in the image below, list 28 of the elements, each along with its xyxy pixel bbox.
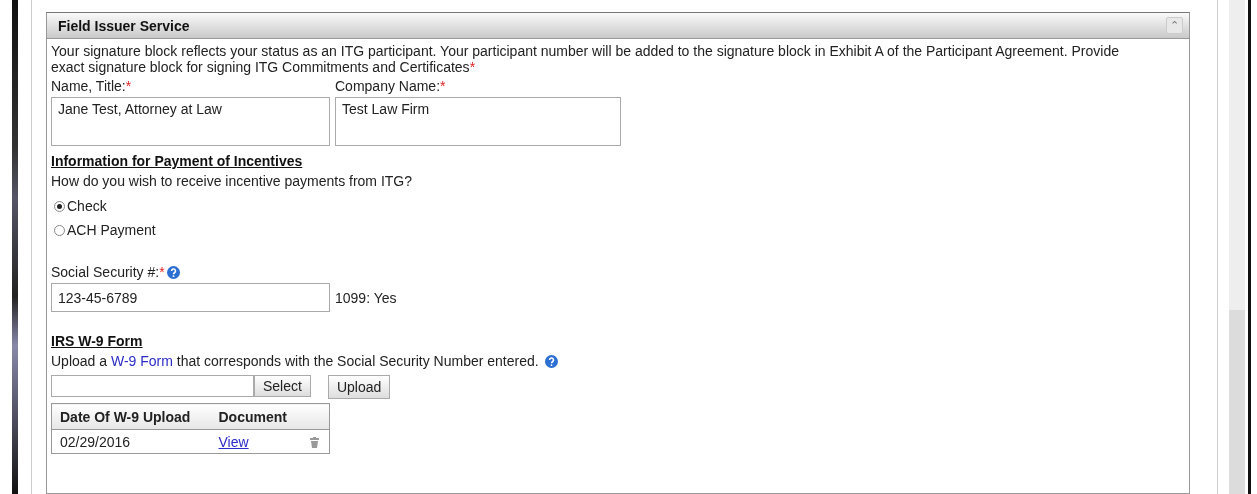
radio-label[interactable]: Check <box>67 198 107 214</box>
view-link[interactable]: View <box>218 433 249 450</box>
ssn-field[interactable]: 123-45-6789 <box>51 283 330 312</box>
collapse-button[interactable]: ⌃ <box>1166 17 1183 34</box>
form-1099-status: 1099: Yes <box>335 289 397 306</box>
scrollbar-thumb[interactable] <box>1229 310 1245 494</box>
section-heading: IRS W-9 Form <box>51 332 144 350</box>
signature-instructions: Your signature block reflects your status as an ITG participant. Your participant number will be added to the signature block in Exhibit A of the Participant Agreement. Provide exact signature block for signing ITG Commitments and Certificates* <box>51 43 1120 75</box>
ssn-label: Social Security #:* <box>51 263 165 281</box>
field-label: Company Name:* <box>335 77 447 95</box>
column-header: Date Of W-9 Upload <box>51 403 211 430</box>
help-icon[interactable] <box>166 265 180 279</box>
select-button[interactable]: Select <box>254 374 311 397</box>
help-icon[interactable] <box>544 354 558 368</box>
radio-label[interactable]: ACH Payment <box>67 222 156 238</box>
panel-title: Field Issuer Service <box>58 17 190 34</box>
upload-date: 02/29/2016 <box>60 433 131 450</box>
text-field[interactable]: Test Law Firm <box>335 97 621 146</box>
section-heading: Information for Payment of Incentives <box>51 152 304 170</box>
column-header: Document <box>210 403 302 430</box>
trash-icon[interactable] <box>309 437 319 449</box>
payment-question: How do you wish to receive incentive payments from ITG? <box>51 172 414 190</box>
w9-form-link[interactable]: W-9 Form <box>110 353 173 369</box>
upload-instructions: Upload a W-9 Form that corresponds with the Social Security Number entered. <box>51 352 539 370</box>
text-field[interactable]: Jane Test, Attorney at Law <box>51 97 330 146</box>
field-label: Name, Title:* <box>51 77 133 95</box>
file-name-field[interactable] <box>51 374 254 397</box>
upload-button[interactable]: Upload <box>327 375 391 399</box>
